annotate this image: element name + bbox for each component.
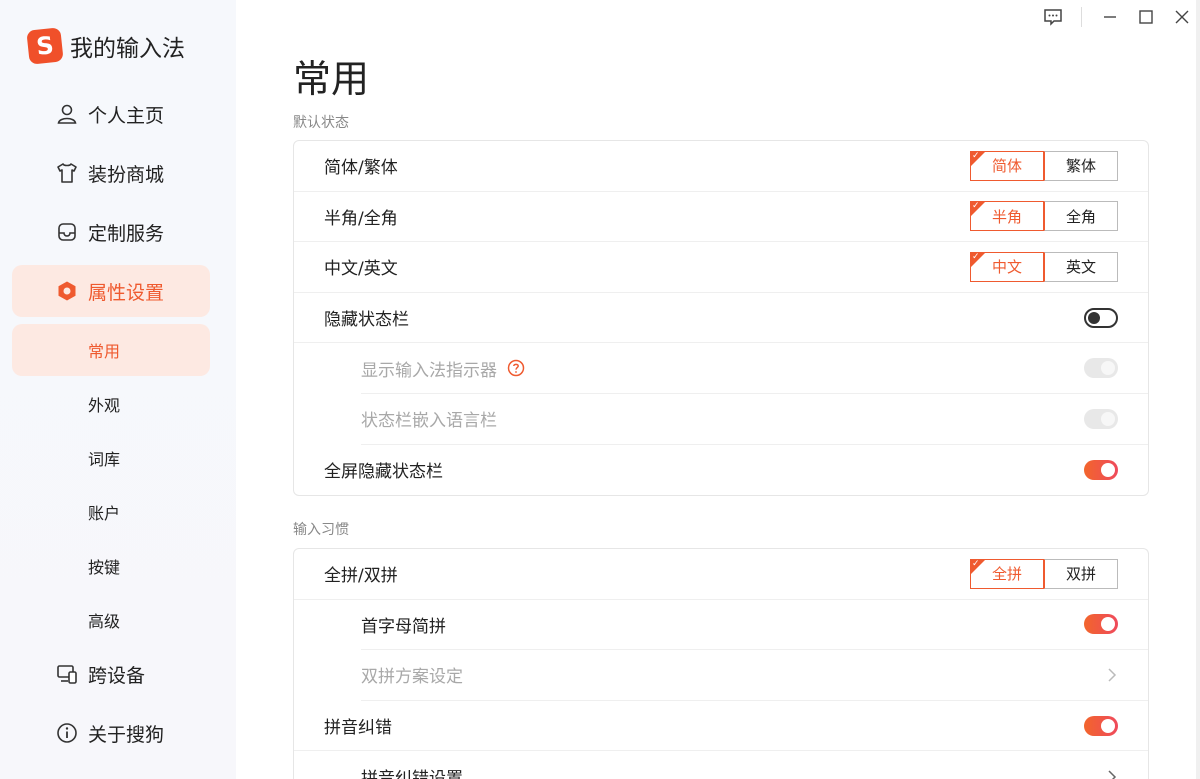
sidebar-subitem-account[interactable]: 账户: [12, 486, 210, 538]
option-traditional[interactable]: 繁体: [1044, 150, 1118, 181]
fullscreen-hide-toggle[interactable]: [1084, 459, 1118, 480]
setting-label: 双拼方案设定: [361, 667, 463, 688]
setting-row-half-full: 半角/全角 ✓ 半角 全角: [294, 192, 1148, 243]
page-title: 常用: [293, 57, 370, 101]
sidebar-subitem-keys[interactable]: 按键: [12, 540, 210, 592]
default-state-card: 简体/繁体 ✓ 简体 繁体 半角/全角 ✓ 半角 全角 中文/英文 ✓ 中文 英文 隐…: [293, 140, 1149, 497]
hexagon-gear-icon: [58, 281, 76, 301]
sidebar-subitem-advanced[interactable]: 高级: [12, 594, 210, 646]
sidebar-item-custom[interactable]: 定制服务: [12, 206, 210, 258]
setting-label: 拼音纠错: [324, 718, 392, 739]
help-icon[interactable]: [507, 359, 525, 377]
option-chinese[interactable]: ✓ 中文: [970, 251, 1044, 282]
setting-row-show-indicator: 显示输入法指示器: [361, 343, 1148, 394]
sidebar-subitem-dictionary[interactable]: 词库: [12, 432, 210, 484]
simp-trad-segmented: ✓ 简体 繁体: [970, 150, 1118, 181]
devices-icon: [57, 665, 77, 684]
sidebar-item-label: 定制服务: [88, 222, 165, 245]
chevron-right-icon: [1108, 668, 1117, 682]
person-icon: [57, 104, 77, 124]
section-label-input-habits: 输入习惯: [293, 522, 349, 538]
shirt-icon: [57, 163, 77, 183]
check-icon: ✓: [972, 201, 980, 212]
setting-row-cn-en: 中文/英文 ✓ 中文 英文: [294, 242, 1148, 293]
setting-label: 隐藏状态栏: [324, 310, 409, 331]
option-full-width[interactable]: 全角: [1044, 201, 1118, 232]
pinyin-mode-segmented: ✓ 全拼 双拼: [970, 558, 1118, 589]
setting-label: 状态栏嵌入语言栏: [361, 411, 497, 432]
option-shuangpin[interactable]: 双拼: [1044, 558, 1118, 589]
brand: S 我的输入法: [26, 27, 185, 65]
sidebar-item-label: 关于搜狗: [88, 723, 165, 746]
sidebar-item-settings[interactable]: 属性设置: [12, 265, 210, 317]
setting-label: 全屏隐藏状态栏: [324, 462, 443, 483]
sidebar-nav: 个人主页 装扮商城 定制服务 属性设置 常用 外观 词库 账户 按键 高级 跨设…: [12, 88, 210, 766]
setting-row-simp-trad: 简体/繁体 ✓ 简体 繁体: [294, 141, 1148, 192]
option-half-width[interactable]: ✓ 半角: [970, 201, 1044, 232]
setting-row-pinyin-correct-settings[interactable]: 拼音纠错设置: [361, 751, 1148, 779]
check-icon: ✓: [972, 558, 980, 569]
setting-row-pinyin-correct: 拼音纠错: [294, 701, 1148, 752]
setting-row-initial-abbr: 首字母简拼: [361, 600, 1148, 651]
setting-row-fullscreen-hide: 全屏隐藏状态栏: [294, 445, 1148, 496]
input-habits-card: 全拼/双拼 ✓全拼 双拼 首字母简拼 双拼方案设定 拼音纠错 拼音纠错设置: [293, 548, 1149, 779]
option-simplified[interactable]: ✓ 简体: [970, 150, 1044, 181]
option-quanpin[interactable]: ✓ 全拼: [970, 558, 1044, 589]
option-english[interactable]: 英文: [1044, 251, 1118, 282]
sidebar-item-label: 个人主页: [88, 104, 165, 127]
initial-abbr-toggle[interactable]: [1084, 614, 1118, 635]
inbox-icon: [58, 223, 76, 241]
half-full-segmented: ✓ 半角 全角: [970, 201, 1118, 232]
setting-label: 首字母简拼: [361, 616, 446, 637]
setting-row-pinyin-mode: 全拼/双拼 ✓ 全拼 双拼: [294, 549, 1148, 600]
sidebar-item-label: 属性设置: [88, 281, 165, 304]
hide-status-toggle[interactable]: [1084, 307, 1118, 328]
sidebar-subitem-common[interactable]: 常用: [12, 324, 210, 376]
sidebar-item-profile[interactable]: 个人主页: [12, 88, 210, 140]
setting-row-hide-status: 隐藏状态栏: [294, 293, 1148, 344]
sidebar-item-label: 跨设备: [88, 664, 146, 687]
setting-label: 中文/英文: [324, 259, 398, 280]
pinyin-correct-toggle[interactable]: [1084, 715, 1118, 736]
sidebar-subitem-appearance[interactable]: 外观: [12, 378, 210, 430]
info-icon: [57, 723, 77, 743]
check-icon: ✓: [972, 251, 980, 262]
sidebar-item-about[interactable]: 关于搜狗: [12, 707, 210, 759]
section-label-default-state: 默认状态: [293, 115, 349, 131]
sidebar-item-shop[interactable]: 装扮商城: [12, 147, 210, 199]
embed-lang-toggle[interactable]: [1084, 408, 1118, 429]
setting-label: 全拼/双拼: [324, 566, 398, 587]
main-content: 常用 默认状态 简体/繁体 ✓ 简体 繁体 半角/全角 ✓ 半角 全角 中文/英文 …: [236, 0, 1200, 779]
sidebar-item-cross-device[interactable]: 跨设备: [12, 648, 210, 700]
sogou-logo: S: [26, 27, 64, 65]
setting-row-embed-lang: 状态栏嵌入语言栏: [361, 394, 1148, 445]
scrollbar[interactable]: [1196, 0, 1200, 779]
setting-label: 简体/繁体: [324, 158, 398, 179]
setting-label: 拼音纠错设置: [361, 764, 463, 779]
sidebar: S 我的输入法 个人主页 装扮商城 定制服务 属性设置 常用 外观 词库 账户 …: [0, 0, 236, 779]
cn-en-segmented: ✓ 中文 英文: [970, 251, 1118, 282]
setting-row-shuangpin-scheme[interactable]: 双拼方案设定: [361, 650, 1148, 701]
check-icon: ✓: [972, 150, 980, 161]
sidebar-item-label: 装扮商城: [88, 163, 165, 186]
chevron-right-icon: [1108, 770, 1117, 779]
setting-label: 显示输入法指示器: [361, 360, 497, 381]
setting-label: 半角/全角: [324, 208, 398, 229]
show-indicator-toggle[interactable]: [1084, 358, 1118, 379]
app-title: 我的输入法: [70, 36, 185, 62]
